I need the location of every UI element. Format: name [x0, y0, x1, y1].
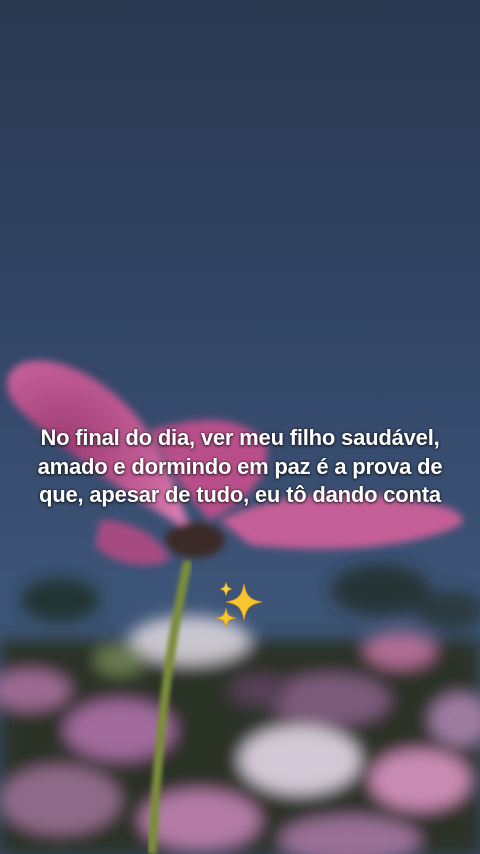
caption-text: No final do dia, ver meu filho saudável,…: [37, 425, 443, 507]
video-frame: No final do dia, ver meu filho saudável,…: [0, 0, 480, 854]
sparkles-icon: [215, 581, 263, 629]
